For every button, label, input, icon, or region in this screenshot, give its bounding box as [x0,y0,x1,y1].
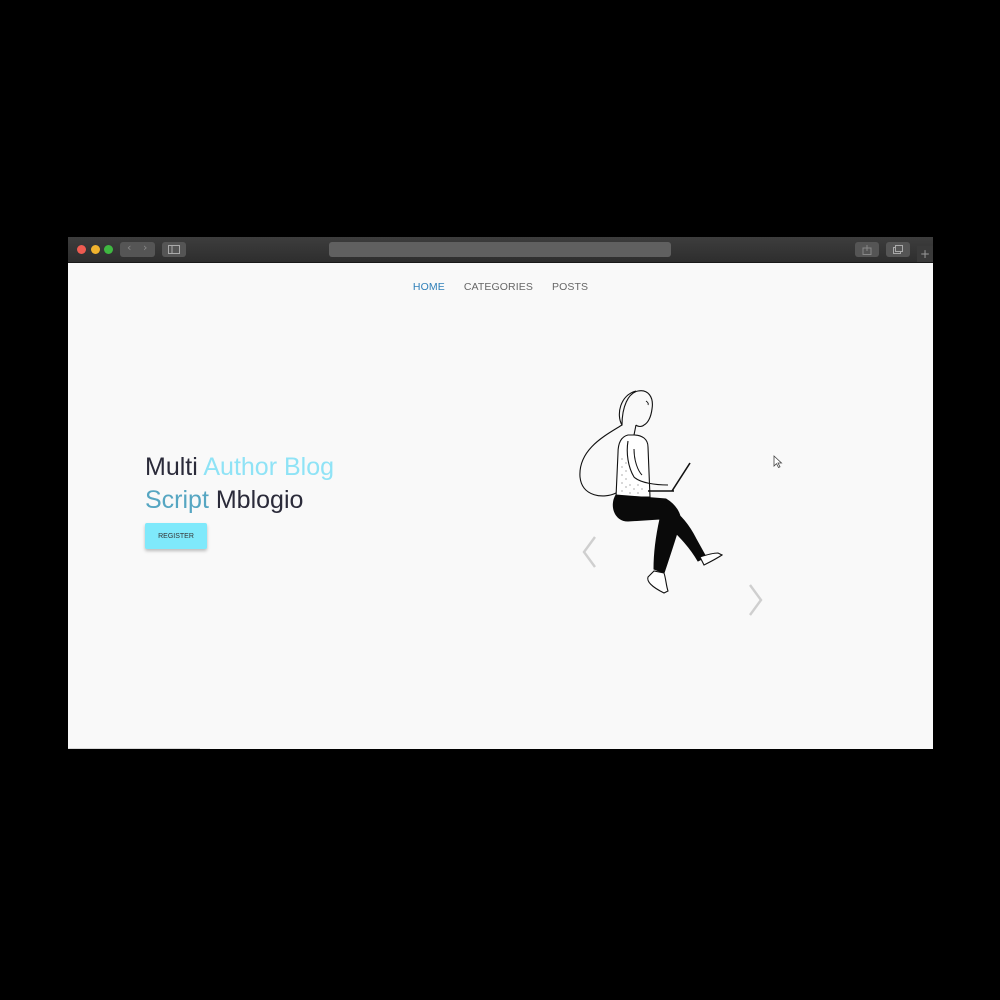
history-buttons: ‹ › [120,241,155,257]
nav-categories-link[interactable]: CATEGORIES [464,281,533,293]
browser-titlebar: ‹ › + [68,237,933,263]
web-page: HOME CATEGORIES POSTS Multi Author Blog S… [68,263,933,749]
address-bar[interactable] [329,242,671,257]
mouse-cursor-icon [773,455,783,469]
back-arrow-icon[interactable]: ‹ [127,241,131,254]
sidebar-toggle-button[interactable] [162,242,186,257]
hero-title: Multi Author Blog Script Mblogio [145,451,334,517]
nav-posts-link[interactable]: POSTS [552,281,588,293]
hero-title-author-blog: Author Blog [203,452,334,481]
register-button[interactable]: REGISTER [145,523,207,549]
browser-window: ‹ › + HOME CATEGORIES POSTS Multi Author… [68,237,933,749]
nav-home-link[interactable]: HOME [413,281,445,293]
hero-title-mblogio: Mblogio [208,485,304,514]
main-navigation: HOME CATEGORIES POSTS [68,281,933,293]
slider-prev-chevron-left-icon[interactable] [580,535,600,569]
share-icon [862,245,872,255]
tabs-icon [893,245,903,254]
sidebar-icon [168,245,180,254]
minimize-window-button[interactable] [91,245,100,254]
woman-with-laptop-illustration [579,390,724,594]
bottom-divider [68,748,200,749]
hero-title-script: Script [145,485,209,514]
forward-arrow-icon[interactable]: › [143,241,147,254]
close-window-button[interactable] [77,245,86,254]
share-button[interactable] [855,242,879,257]
slider-next-chevron-right-icon[interactable] [745,583,765,617]
new-tab-button[interactable]: + [917,246,933,262]
show-tabs-button[interactable] [886,242,910,257]
hero-title-multi: Multi [145,452,204,481]
zoom-window-button[interactable] [104,245,113,254]
plus-icon: + [919,247,931,261]
